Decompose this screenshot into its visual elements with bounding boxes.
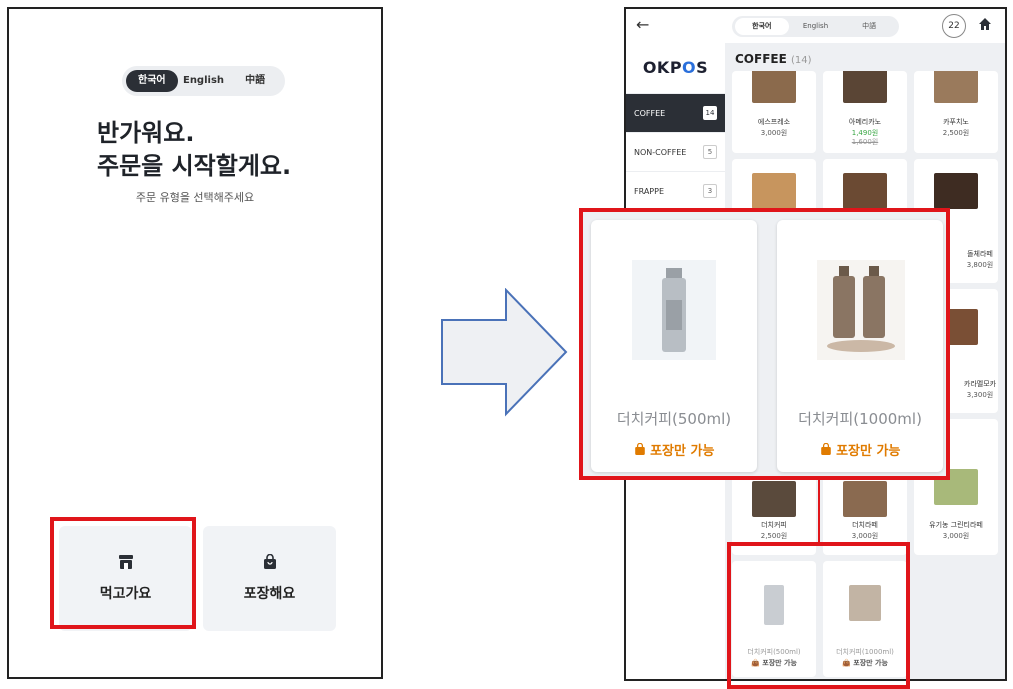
dine-in-button[interactable]: 먹고가요	[59, 526, 192, 631]
bottle-image	[764, 585, 784, 625]
lang-english[interactable]: English	[789, 18, 843, 35]
category-count: 14	[703, 106, 717, 120]
shopping-bag-icon	[634, 442, 651, 459]
order-type-subtitle: 주문 유형을 선택해주세요	[135, 191, 255, 204]
lang-korean[interactable]: 한국어	[126, 70, 178, 92]
lang-chinese[interactable]: 中語	[229, 70, 281, 92]
product-card[interactable]: 에스프레소 3,000원	[732, 71, 816, 153]
top-bar: ← 한국어 English 中語 22	[626, 9, 1005, 44]
product-image	[843, 71, 887, 103]
lang-korean[interactable]: 한국어	[735, 18, 789, 35]
product-image	[752, 173, 796, 209]
dine-in-label: 먹고가요	[99, 585, 152, 602]
takeout-only-tag: 포장만 가능	[591, 440, 757, 459]
takeout-button[interactable]: 포장해요	[203, 526, 336, 631]
cart-count-badge[interactable]: 22	[942, 14, 966, 38]
start-screen: 한국어 English 中語 반가워요. 주문을 시작할게요. 주문 유형을 선…	[7, 7, 383, 679]
product-card[interactable]	[732, 159, 816, 214]
product-image	[752, 481, 796, 517]
bottles-image	[849, 585, 881, 621]
product-card[interactable]: 아메리카노 1,490원 1,600원	[823, 71, 907, 153]
section-title: COFFEE (14)	[735, 52, 812, 66]
takeout-only-tag: 👜 포장만 가능	[751, 659, 797, 667]
language-switcher-small: 한국어 English 中語	[732, 16, 899, 37]
store-icon	[118, 554, 134, 573]
takeout-only-tag: 포장만 가능	[777, 440, 943, 459]
category-frappe[interactable]: FRAPPE 3	[626, 171, 725, 210]
takeout-only-tag: 👜 포장만 가능	[842, 659, 888, 667]
lang-english[interactable]: English	[178, 70, 230, 92]
welcome-headline: 반가워요. 주문을 시작할게요.	[97, 117, 291, 183]
product-image	[843, 173, 887, 209]
takeout-label: 포장해요	[243, 586, 296, 602]
zoom-product-name: 더치커피(1000ml)	[798, 410, 922, 428]
bottle-image	[632, 260, 716, 360]
product-card-takeout-only[interactable]: 더치커피(500ml) 👜 포장만 가능	[732, 561, 816, 677]
headline-line-2: 주문을 시작할게요.	[97, 152, 292, 180]
home-icon[interactable]	[978, 16, 992, 35]
category-coffee[interactable]: COFFEE 14	[626, 93, 725, 132]
product-image	[752, 71, 796, 103]
language-switcher: 한국어 English 中語	[122, 66, 285, 96]
zoom-card-dutch-1000[interactable]: 더치커피(1000ml) 포장만 가능	[777, 220, 943, 472]
category-non-coffee[interactable]: NON-COFFEE 5	[626, 132, 725, 171]
product-image	[934, 71, 978, 103]
transition-arrow-icon	[441, 288, 568, 417]
headline-line-1: 반가워요.	[97, 119, 195, 147]
zoom-product-name: 더치커피(500ml)	[616, 410, 732, 428]
product-image	[843, 481, 887, 517]
product-card-takeout-only[interactable]: 더치커피(1000ml) 👜 포장만 가능	[823, 561, 907, 677]
zoomed-takeout-cards: 더치커피(500ml) 포장만 가능 더치커피(1000ml) 포장만 가능	[579, 208, 950, 480]
category-count: 5	[703, 145, 717, 159]
shopping-bag-icon	[820, 442, 837, 459]
shopping-bag-icon	[263, 553, 277, 573]
bottles-image	[817, 260, 905, 360]
back-arrow-icon[interactable]: ←	[636, 15, 649, 34]
okpos-logo: OKPOS	[642, 58, 709, 77]
product-image	[934, 173, 978, 209]
product-card[interactable]	[823, 159, 907, 214]
zoom-card-dutch-500[interactable]: 더치커피(500ml) 포장만 가능	[591, 220, 757, 472]
lang-chinese[interactable]: 中語	[842, 18, 896, 35]
product-card[interactable]: 카푸치노 2,500원	[914, 71, 998, 153]
category-count: 3	[703, 184, 717, 198]
